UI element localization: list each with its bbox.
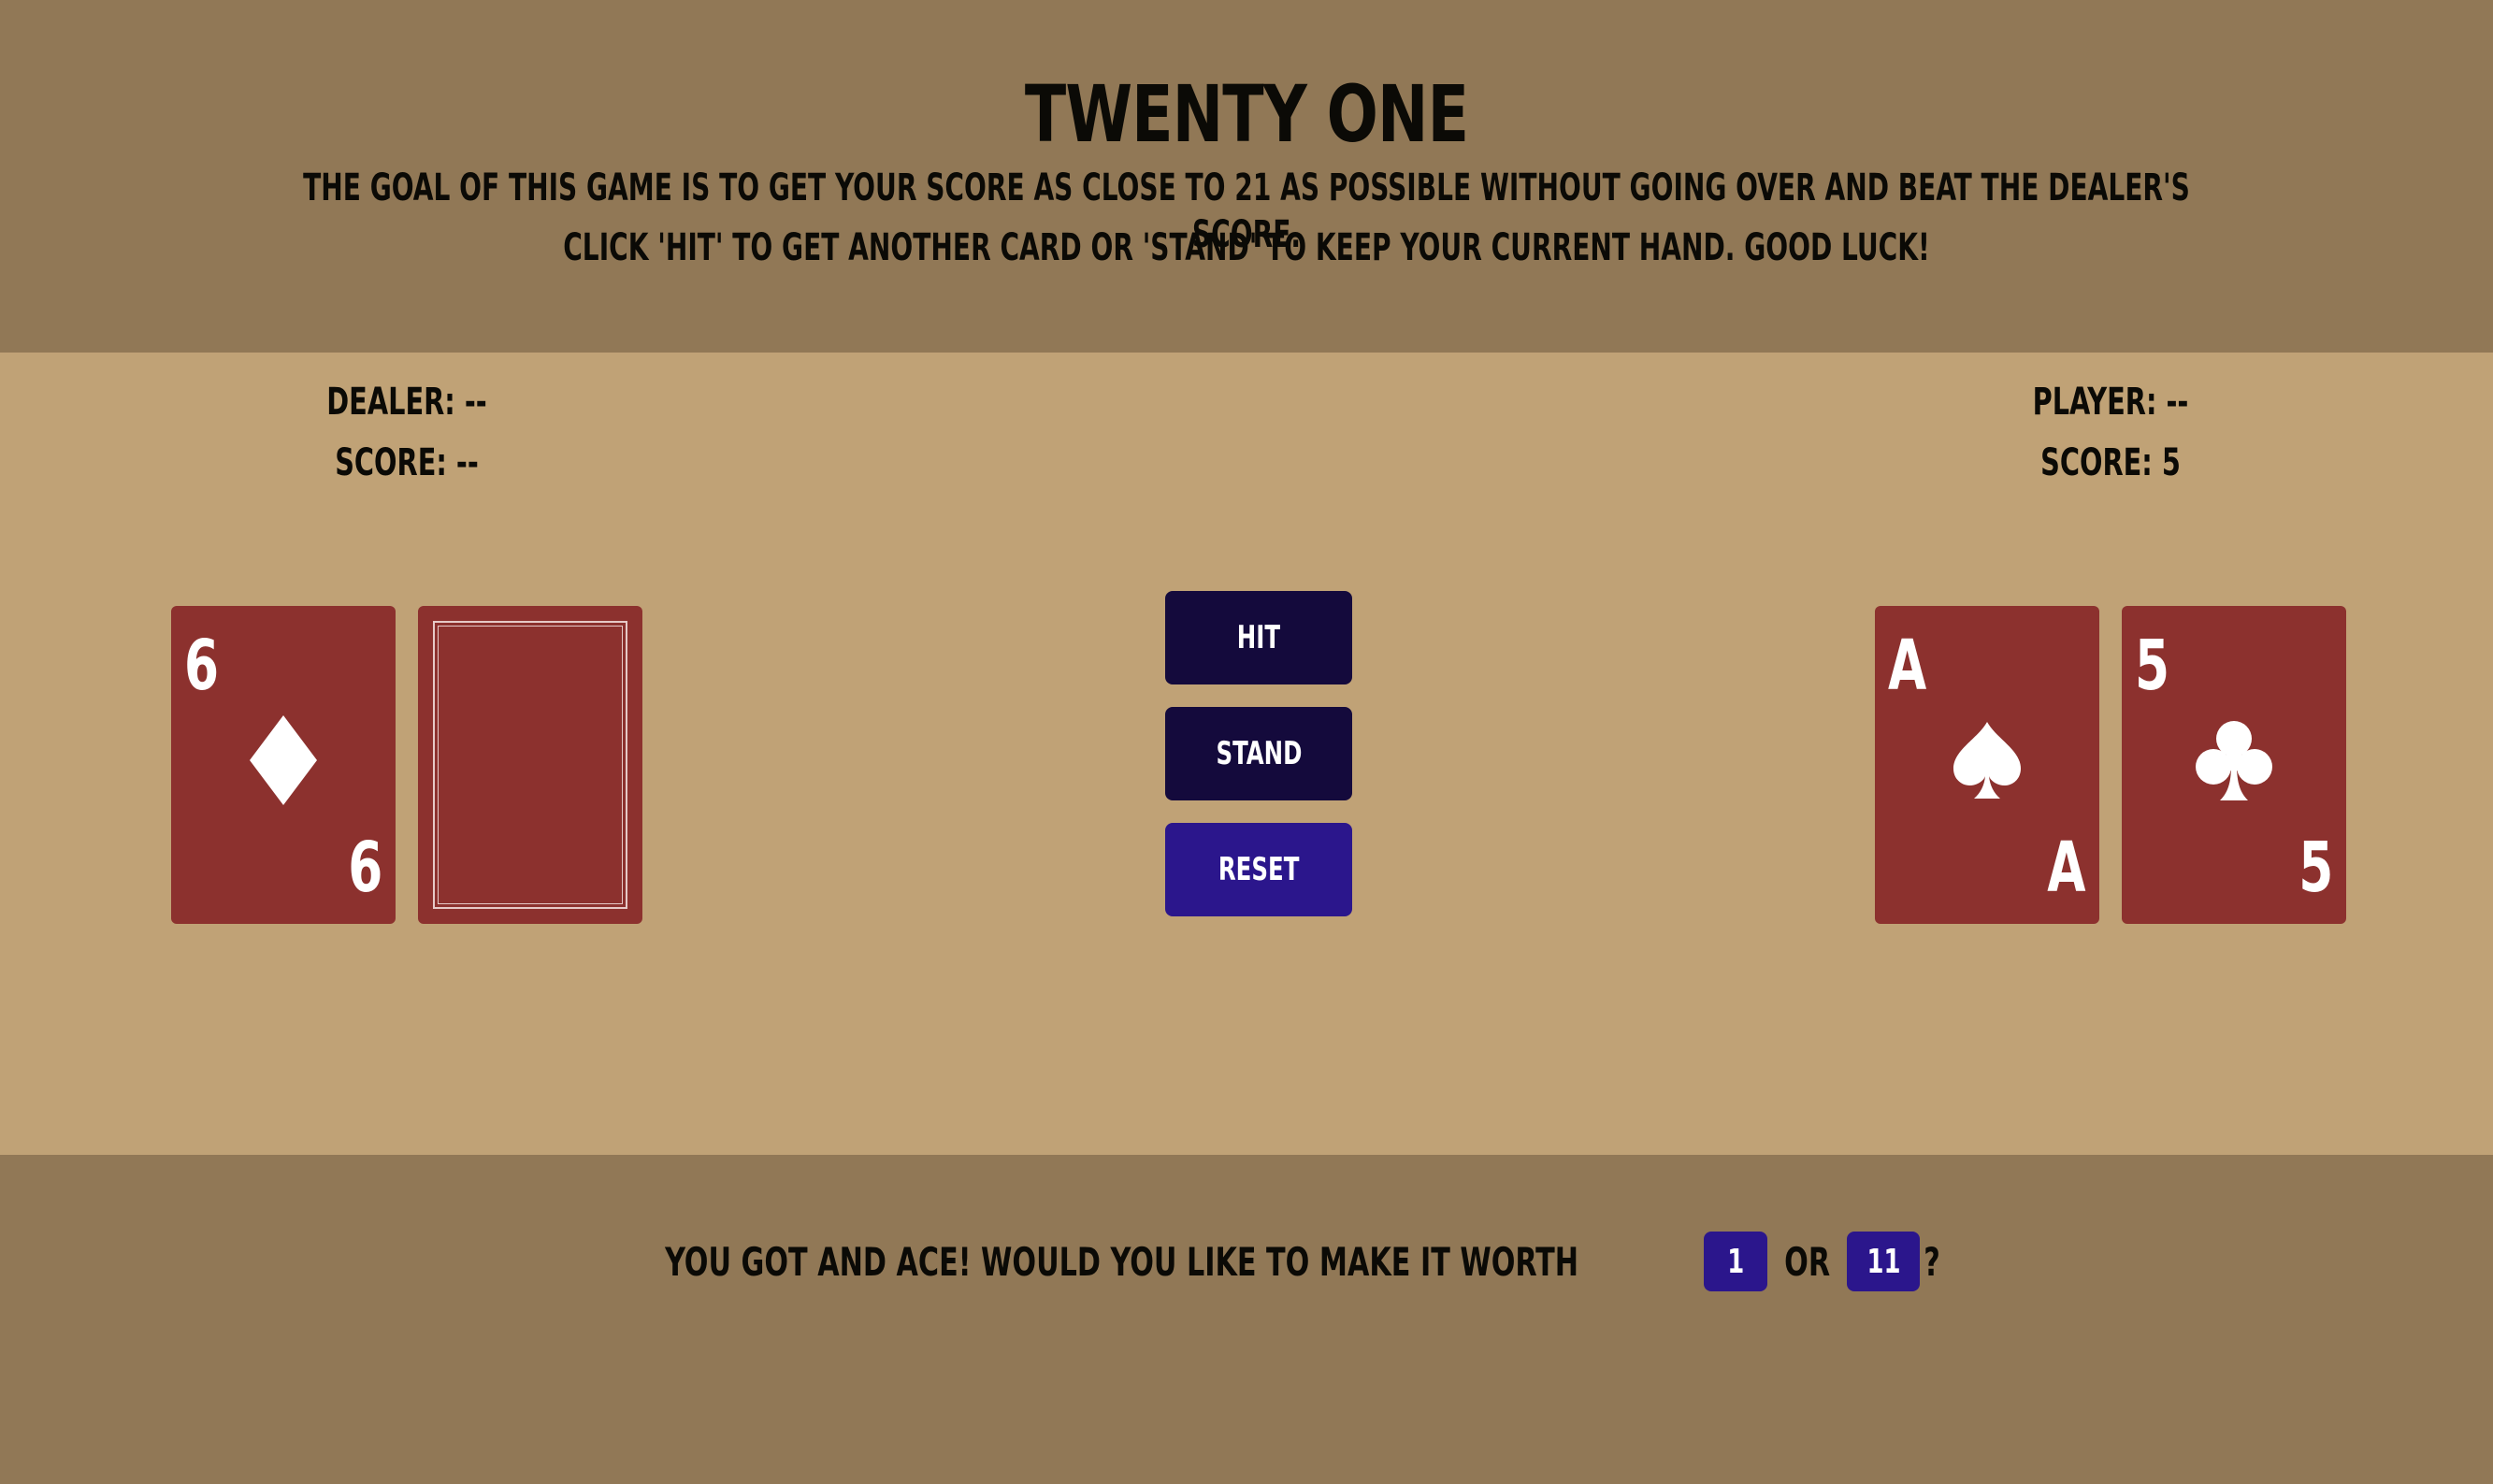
ace-value-11-button[interactable]: 11 xyxy=(1847,1232,1921,1291)
ace-prompt-text: You got and ace! Would you like to make … xyxy=(664,1238,1578,1285)
ace-prompt: You got and ace! Would you like to make … xyxy=(0,1231,2493,1292)
player-label: Player: -- xyxy=(2032,381,2189,424)
club-icon xyxy=(2122,709,2346,812)
stand-button-label: Stand xyxy=(1216,735,1302,772)
dealer-label: Dealer: -- xyxy=(326,381,487,424)
spade-icon xyxy=(1875,709,2099,812)
ace-value-1-label: 1 xyxy=(1726,1242,1745,1281)
card-rank-top: 5 xyxy=(2135,626,2170,706)
ace-prompt-or: or xyxy=(1784,1238,1831,1285)
card-rank-bottom: 5 xyxy=(2298,828,2333,908)
dealer-card-face-down xyxy=(418,606,642,924)
header: Twenty One The goal of this game is to g… xyxy=(0,0,2493,353)
game-title: Twenty One xyxy=(1024,68,1469,160)
card-rank-top: A xyxy=(1888,626,1927,706)
player-score: Score: 5 xyxy=(2040,441,2181,484)
rules-line-2: Click 'hit' to get another card or 'stan… xyxy=(563,226,1930,269)
ace-value-1-button[interactable]: 1 xyxy=(1704,1232,1768,1291)
card-back-pattern xyxy=(433,621,627,909)
footer xyxy=(0,1155,2493,1484)
diamond-icon xyxy=(171,709,396,812)
ace-value-11-label: 11 xyxy=(1866,1242,1901,1281)
player-card-ace-of-spades: A A xyxy=(1875,606,2099,924)
card-rank-top: 6 xyxy=(184,626,220,706)
reset-button-label: Reset xyxy=(1218,851,1300,888)
dealer-card-six-of-diamonds: 6 6 xyxy=(171,606,396,924)
reset-button[interactable]: Reset xyxy=(1165,823,1352,916)
dealer-score: Score: -- xyxy=(335,441,479,484)
card-rank-bottom: A xyxy=(2047,828,2086,908)
card-rank-bottom: 6 xyxy=(347,828,382,908)
player-card-five-of-clubs: 5 5 xyxy=(2122,606,2346,924)
game-page: Twenty One The goal of this game is to g… xyxy=(0,0,2493,1484)
hit-button[interactable]: Hit xyxy=(1165,591,1352,684)
hit-button-label: Hit xyxy=(1236,619,1281,656)
ace-prompt-question-mark: ? xyxy=(1924,1238,1940,1285)
stand-button[interactable]: Stand xyxy=(1165,707,1352,800)
